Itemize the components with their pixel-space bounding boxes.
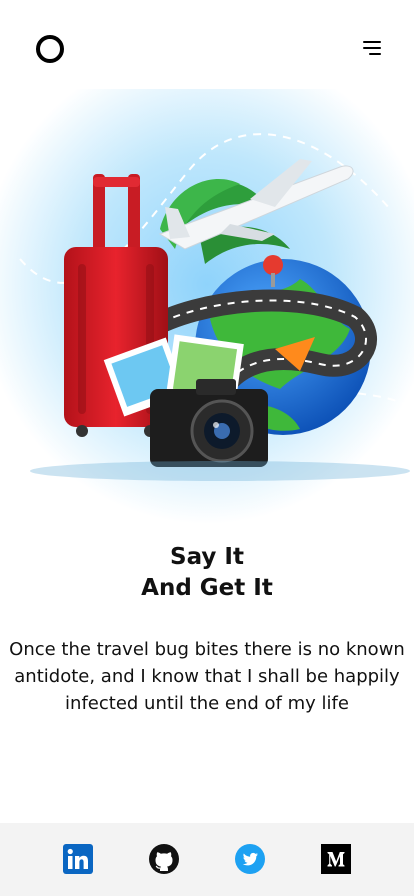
headline-line-2: And Get It (141, 575, 273, 601)
headline-line-1: Say It (170, 544, 244, 570)
medium-icon[interactable] (321, 844, 351, 874)
github-icon[interactable] (149, 844, 179, 874)
description-text: Once the travel bug bites there is no kn… (9, 639, 405, 714)
hamburger-menu-icon[interactable] (361, 41, 381, 57)
linkedin-icon[interactable] (63, 844, 93, 874)
twitter-icon[interactable] (235, 844, 265, 874)
travel-illustration (0, 89, 414, 524)
headline: Say It And Get It (0, 542, 414, 604)
ring-logo-icon[interactable] (36, 35, 64, 63)
footer-social-bar (0, 823, 414, 896)
top-bar (0, 0, 414, 89)
